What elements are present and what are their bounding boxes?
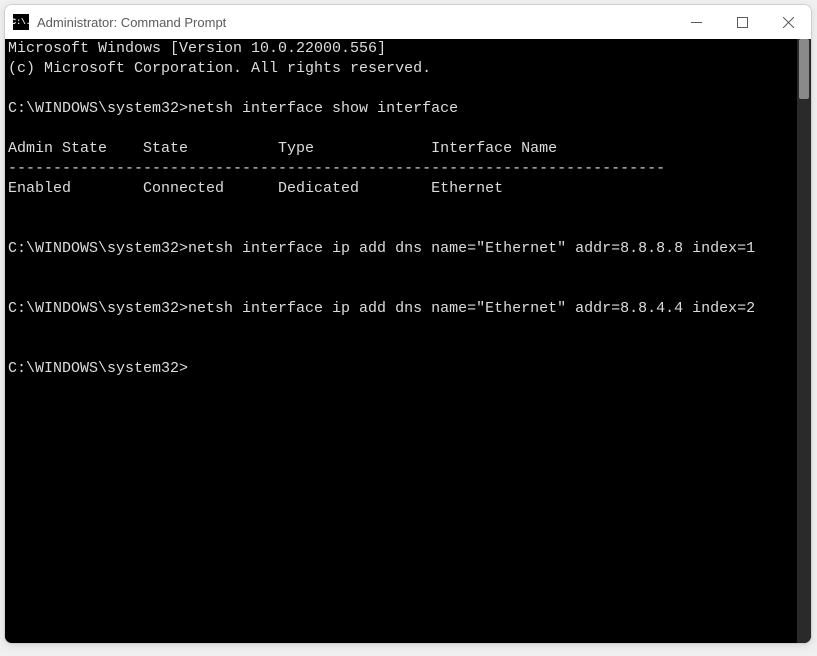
table-header: Admin State State Type Interface Name — [8, 140, 557, 157]
command-text: netsh interface show interface — [188, 100, 458, 117]
app-icon: C:\. — [13, 14, 29, 30]
version-line: Microsoft Windows [Version 10.0.22000.55… — [8, 40, 386, 57]
scrollbar-track[interactable] — [797, 39, 811, 643]
close-button[interactable] — [765, 5, 811, 39]
command-text: netsh interface ip add dns name="Etherne… — [188, 300, 755, 317]
titlebar[interactable]: C:\. Administrator: Command Prompt — [5, 5, 811, 39]
window-controls — [673, 5, 811, 39]
window-title: Administrator: Command Prompt — [37, 15, 673, 30]
command-prompt-window: C:\. Administrator: Command Prompt Micro… — [4, 4, 812, 644]
copyright-line: (c) Microsoft Corporation. All rights re… — [8, 60, 431, 77]
prompt: C:\WINDOWS\system32> — [8, 300, 188, 317]
table-divider: ----------------------------------------… — [8, 160, 665, 177]
minimize-button[interactable] — [673, 5, 719, 39]
terminal-output[interactable]: Microsoft Windows [Version 10.0.22000.55… — [5, 39, 797, 643]
table-row: Enabled Connected Dedicated Ethernet — [8, 180, 503, 197]
prompt: C:\WINDOWS\system32> — [8, 100, 188, 117]
terminal-area: Microsoft Windows [Version 10.0.22000.55… — [5, 39, 811, 643]
prompt: C:\WINDOWS\system32> — [8, 240, 188, 257]
command-text: netsh interface ip add dns name="Etherne… — [188, 240, 755, 257]
maximize-button[interactable] — [719, 5, 765, 39]
scrollbar-thumb[interactable] — [799, 39, 809, 99]
prompt: C:\WINDOWS\system32> — [8, 360, 188, 377]
